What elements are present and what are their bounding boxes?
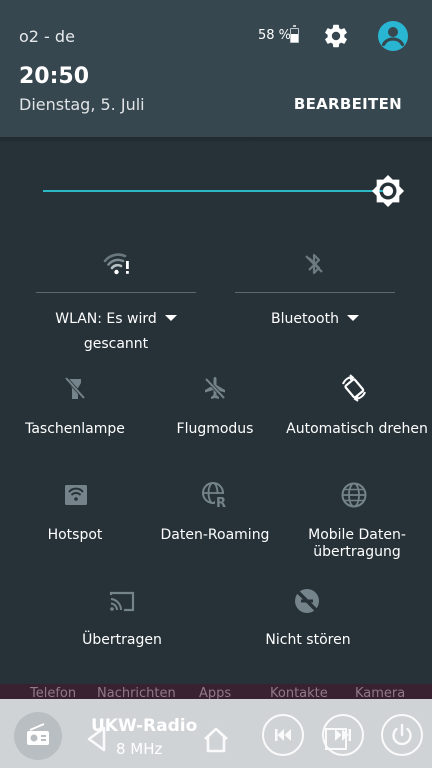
tile-label-cast: Übertragen [82,632,162,648]
bluetooth-off-icon[interactable] [300,250,328,278]
tile-label-flashlight: Taschenlampe [25,421,125,437]
battery-icon [290,25,299,43]
navigation-bar: UKW-Radio 8 MHz [0,699,432,768]
wifi-divider [36,292,196,293]
brightness-slider-track[interactable] [43,190,383,192]
clock-date: Dienstag, 5. Juli [19,95,145,114]
wifi-toggle-label[interactable]: WLAN: Es wird [36,311,196,327]
radio-frequency: 8 MHz [116,740,163,758]
tile-label-mobile-data-line2: übertragung [313,544,401,560]
tile-label-airplane: Flugmodus [176,421,254,437]
chevron-down-icon[interactable] [346,315,359,321]
hotspot-icon[interactable] [62,481,90,509]
flashlight-off-icon[interactable] [61,374,89,402]
tile-label-mobile-data: Mobile Daten- [308,527,406,543]
tile-label-auto-rotate: Automatisch drehen [286,421,428,437]
gear-icon[interactable] [322,22,350,50]
power-icon [392,723,412,746]
account-circle-icon[interactable] [377,20,409,52]
header-shadow [0,137,432,143]
globe-icon[interactable] [340,481,368,509]
radio-icon [27,723,49,745]
do-not-disturb-off-icon[interactable] [293,587,321,615]
home-icon[interactable] [202,726,230,754]
bluetooth-toggle-label[interactable]: Bluetooth [235,311,395,327]
previous-station-button[interactable] [262,714,304,756]
battery-percentage: 58 % [258,28,292,43]
skip-previous-icon [275,729,291,741]
notification-header: o2 - de 58 % 20:50 Dienstag, 5. Juli BEA… [0,0,432,137]
back-icon[interactable] [84,725,110,753]
brightness-icon[interactable] [371,174,405,208]
chevron-down-icon[interactable] [164,315,177,321]
data-roaming-icon[interactable]: R [201,481,229,509]
radio-app-button[interactable] [14,712,62,760]
radio-power-button[interactable] [381,714,423,756]
carrier-name: o2 - de [19,27,75,46]
wifi-label-line2: gescannt [83,336,149,352]
tile-label-do-not-disturb: Nicht stören [265,632,351,648]
edit-button[interactable]: BEARBEITEN [294,95,402,113]
tile-label-data-roaming: Daten-Roaming [160,527,270,543]
auto-rotate-icon[interactable] [340,374,368,402]
bluetooth-divider [235,292,395,293]
airplane-off-icon[interactable] [201,374,229,402]
bluetooth-label-text: Bluetooth [271,311,339,327]
wifi-icon[interactable] [103,250,131,278]
cast-icon[interactable] [108,587,136,615]
clock-time: 20:50 [19,64,90,89]
svg-text:R: R [216,496,226,509]
tile-label-hotspot: Hotspot [47,527,103,543]
recent-apps-icon[interactable] [325,728,347,750]
wifi-label-text: WLAN: Es wird [55,311,157,327]
battery-fill [291,34,298,42]
